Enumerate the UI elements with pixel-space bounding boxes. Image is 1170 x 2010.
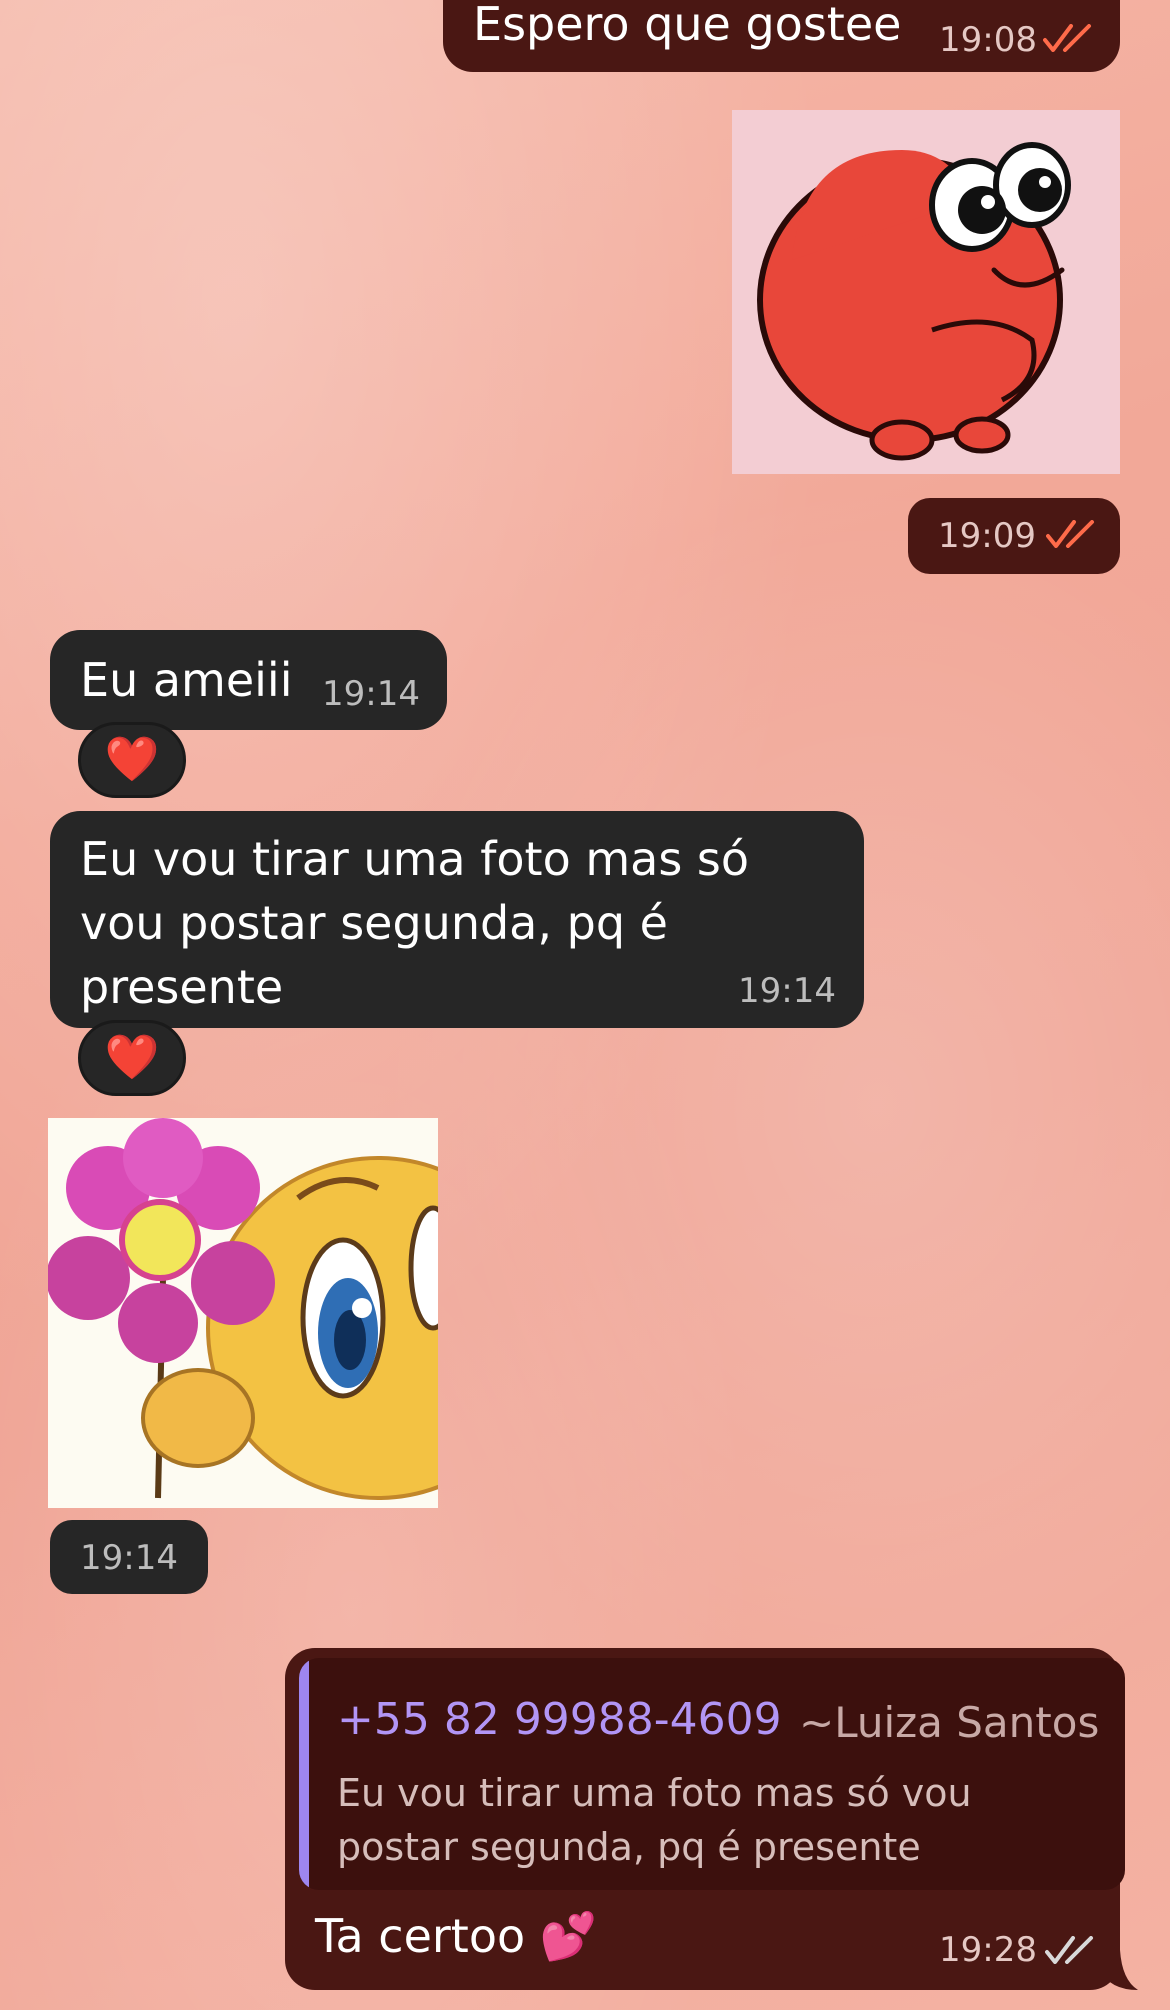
outgoing-reply-message[interactable]: +55 82 99988-4609 ~Luiza Santos Eu vou t… [285,1648,1125,1990]
heart-reaction[interactable]: ❤️ [78,1020,186,1096]
message-text: Eu vou tirar uma foto mas só vou postar … [80,832,764,1014]
message-time: 19:14 [80,1538,178,1578]
incoming-sticker-time-badge: 19:14 [50,1520,208,1594]
bubble-tail [1100,1950,1138,1990]
chat-area[interactable]: Espero que gostee 19:08 19:09 Eu ameiii … [0,0,1170,2010]
outgoing-message[interactable]: Espero que gostee 19:08 [443,0,1120,72]
quote-accent-bar [299,1658,309,1890]
message-time: 19:09 [938,516,1036,556]
incoming-message[interactable]: Eu ameiii 19:14 [50,630,447,730]
smiley-flower-sticker[interactable] [48,1118,438,1508]
read-ticks-icon [1043,24,1091,52]
message-time: 19:14 [738,971,836,1011]
outgoing-sticker-time-badge: 19:09 [908,498,1120,574]
quoted-sender-phone: +55 82 99988-4609 [337,1694,782,1745]
message-time: 19:28 [939,1930,1037,1970]
message-text: Ta certoo 💕 [315,1909,598,1963]
message-text: Espero que gostee [473,0,902,51]
heart-character-sticker[interactable] [732,110,1120,474]
quoted-message-text: Eu vou tirar uma foto mas só vou postar … [337,1771,972,1869]
quoted-message[interactable]: +55 82 99988-4609 ~Luiza Santos Eu vou t… [299,1658,1125,1890]
incoming-message[interactable]: Eu vou tirar uma foto mas só vou postar … [50,811,864,1028]
quoted-sender-name: ~Luiza Santos [799,1698,1100,1747]
read-ticks-icon [1046,520,1094,548]
message-text: Eu ameiii [80,653,293,707]
message-time: 19:08 [939,20,1037,60]
delivered-ticks-icon [1045,1936,1093,1964]
heart-reaction[interactable]: ❤️ [78,722,186,798]
message-time: 19:14 [322,674,420,714]
